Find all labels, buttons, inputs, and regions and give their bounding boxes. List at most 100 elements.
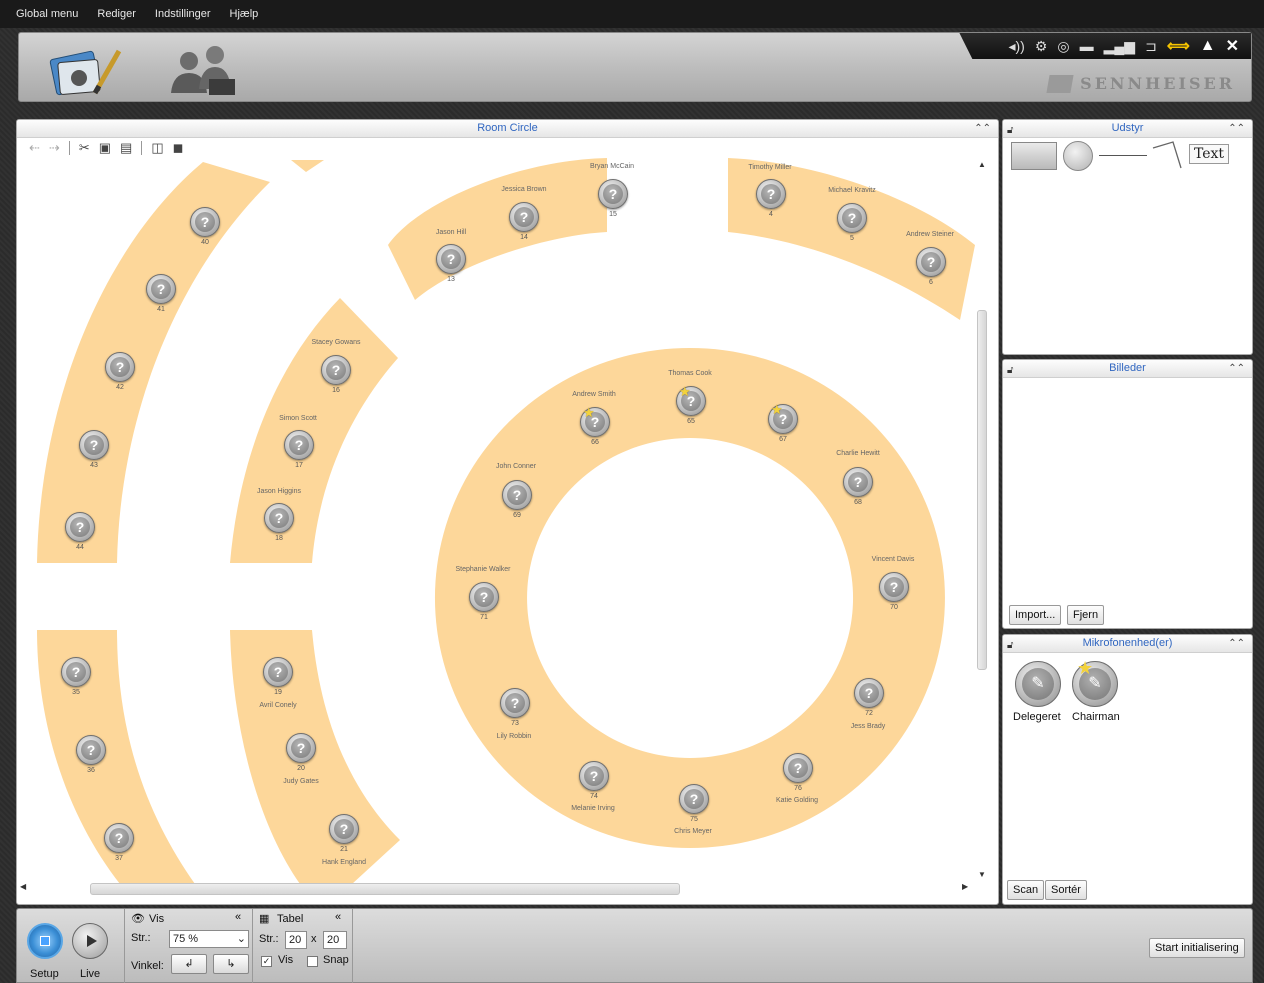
horizontal-scroll-thumb[interactable] [90, 883, 680, 895]
rectangle-tool[interactable] [1011, 142, 1057, 170]
seat[interactable]: ? 4 [756, 179, 786, 218]
seat[interactable]: ? 71 [469, 582, 499, 621]
times-label: x [311, 933, 317, 945]
eject-icon[interactable]: ▲ [1200, 37, 1216, 55]
seat[interactable]: ? 73 [500, 688, 530, 727]
chevron-down-icon[interactable]: ⌄ [237, 931, 246, 947]
scroll-down-icon[interactable]: ▼ [975, 868, 989, 882]
battery-icon[interactable]: ▬ [1080, 38, 1094, 54]
seat[interactable]: ? 35 [61, 657, 91, 696]
circle-tool[interactable] [1063, 141, 1093, 171]
view-section: 👁︎ Vis « Str.: 75 % ⌄ Vinkel: ↲ ↳ [125, 909, 253, 983]
polyline-tool[interactable] [1151, 140, 1183, 170]
wireless-icon[interactable]: ◎ [1057, 38, 1069, 55]
resize-arrows-icon[interactable]: ⟺ [1167, 36, 1190, 56]
seat[interactable]: ? 13 [436, 244, 466, 283]
seat[interactable]: ? 76 [783, 753, 813, 792]
collapse-icon[interactable]: ⌃⌃ [974, 120, 991, 137]
scroll-up-icon[interactable]: ▲ [975, 158, 989, 172]
import-button[interactable]: Import... [1009, 605, 1062, 625]
rotate-left-button[interactable]: ↲ [171, 954, 207, 974]
seat[interactable]: ? 14 [509, 202, 539, 241]
volume-icon[interactable]: ◂)) [1008, 38, 1024, 55]
seat[interactable]: ? 36 [76, 735, 106, 774]
horizontal-scrollbar[interactable]: ◀ ▶ [20, 882, 975, 896]
start-initialization-button[interactable]: Start initialisering [1149, 938, 1245, 958]
seat[interactable]: ? 16 [321, 355, 351, 394]
vertical-scroll-thumb[interactable] [977, 310, 987, 670]
menu-help[interactable]: Hjælp [230, 8, 259, 20]
unlock-icon[interactable]: ⊐ [1145, 38, 1157, 55]
angle-label: Vinkel: [131, 960, 164, 972]
menu-settings[interactable]: Indstillinger [155, 8, 211, 20]
menu-edit[interactable]: Rediger [97, 8, 136, 20]
collapse-icon[interactable]: ⌃⌃ [1228, 360, 1245, 377]
microphone-icon: ? [598, 179, 628, 209]
seat-name: Andrew Smith [572, 391, 616, 398]
collapse-icon[interactable]: ⌃⌃ [1228, 120, 1245, 137]
table-height-input[interactable]: 20 [323, 931, 347, 949]
seat-name: Andrew Steiner [906, 231, 954, 238]
microphone-icon: ? [190, 207, 220, 237]
close-icon[interactable]: ✕ [1226, 36, 1239, 56]
menu-global[interactable]: Global menu [16, 8, 78, 20]
seat[interactable]: ? 75 [679, 784, 709, 823]
sort-button[interactable]: Sortér [1045, 880, 1087, 900]
vertical-scrollbar[interactable]: ▲ ▼ [975, 155, 989, 885]
seat[interactable]: ? 43 [79, 430, 109, 469]
text-tool[interactable]: Text [1189, 144, 1230, 164]
seat[interactable]: ? ★ 66 [580, 405, 610, 446]
scan-button[interactable]: Scan [1007, 880, 1045, 900]
seat[interactable]: ? 44 [65, 512, 95, 551]
seat[interactable]: ? 20 [286, 733, 316, 772]
lock-icon[interactable]: 🔓︎ [1007, 362, 1013, 379]
collapse-icon[interactable]: « [235, 911, 241, 923]
microphone-icon: ? [321, 355, 351, 385]
zoom-select[interactable]: 75 % ⌄ [169, 930, 249, 948]
rotate-right-button[interactable]: ↳ [213, 954, 249, 974]
seat[interactable]: ? 74 [579, 761, 609, 800]
seat[interactable]: ? 40 [190, 207, 220, 246]
seat[interactable]: ? 17 [284, 430, 314, 469]
lock-icon[interactable]: 🔓︎ [1007, 122, 1013, 139]
seat[interactable]: ? ★ 67 [768, 402, 798, 443]
seat[interactable]: ? 41 [146, 274, 176, 313]
seat-name: Thomas Cook [668, 370, 712, 377]
seat[interactable]: ? 15 [598, 179, 628, 218]
line-tool[interactable] [1099, 155, 1147, 156]
seat[interactable]: ? 70 [879, 572, 909, 611]
microphone-icon: ? [679, 784, 709, 814]
collapse-icon[interactable]: ⌃⌃ [1228, 635, 1245, 652]
scroll-right-icon[interactable]: ▶ [962, 882, 968, 891]
remove-button[interactable]: Fjern [1067, 605, 1105, 625]
microphone-icon: ? [509, 202, 539, 232]
participants-icon[interactable] [163, 41, 243, 99]
size-label: Str.: [131, 932, 151, 944]
live-button[interactable] [72, 923, 108, 959]
seat[interactable]: ? 19 [263, 657, 293, 696]
seat[interactable]: ? 18 [264, 503, 294, 542]
equipment-panel-header: 🔓︎ Udstyr ⌃⌃ [1003, 120, 1252, 138]
setup-button[interactable] [27, 923, 63, 959]
collapse-icon[interactable]: « [335, 911, 341, 923]
seat[interactable]: ? 69 [502, 480, 532, 519]
lock-icon[interactable]: 🔓︎ [1007, 637, 1013, 654]
show-grid-checkbox[interactable]: ✓ [261, 956, 272, 967]
seat[interactable]: ? 68 [843, 467, 873, 506]
seat[interactable]: ? ★ 65 [676, 384, 706, 425]
seat[interactable]: ? 6 [916, 247, 946, 286]
snap-checkbox[interactable] [307, 956, 318, 967]
seat[interactable]: ? 72 [854, 678, 884, 717]
seat[interactable]: ? 37 [104, 823, 134, 862]
table-width-input[interactable]: 20 [285, 931, 307, 949]
scroll-left-icon[interactable]: ◀ [20, 882, 26, 891]
chairman-microphone-icon[interactable]: ✎ ★ [1072, 658, 1118, 707]
seat[interactable]: ? 21 [329, 814, 359, 853]
room-design-icon[interactable] [43, 41, 123, 99]
seat[interactable]: ? 5 [837, 203, 867, 242]
delegate-microphone-icon[interactable]: ✎ [1015, 661, 1061, 707]
seat[interactable]: ? 42 [105, 352, 135, 391]
setup-label: Setup [30, 968, 59, 980]
signal-icon[interactable]: ▂▄▆ [1104, 38, 1135, 55]
settings-gear-icon[interactable]: ⚙ [1035, 38, 1048, 55]
